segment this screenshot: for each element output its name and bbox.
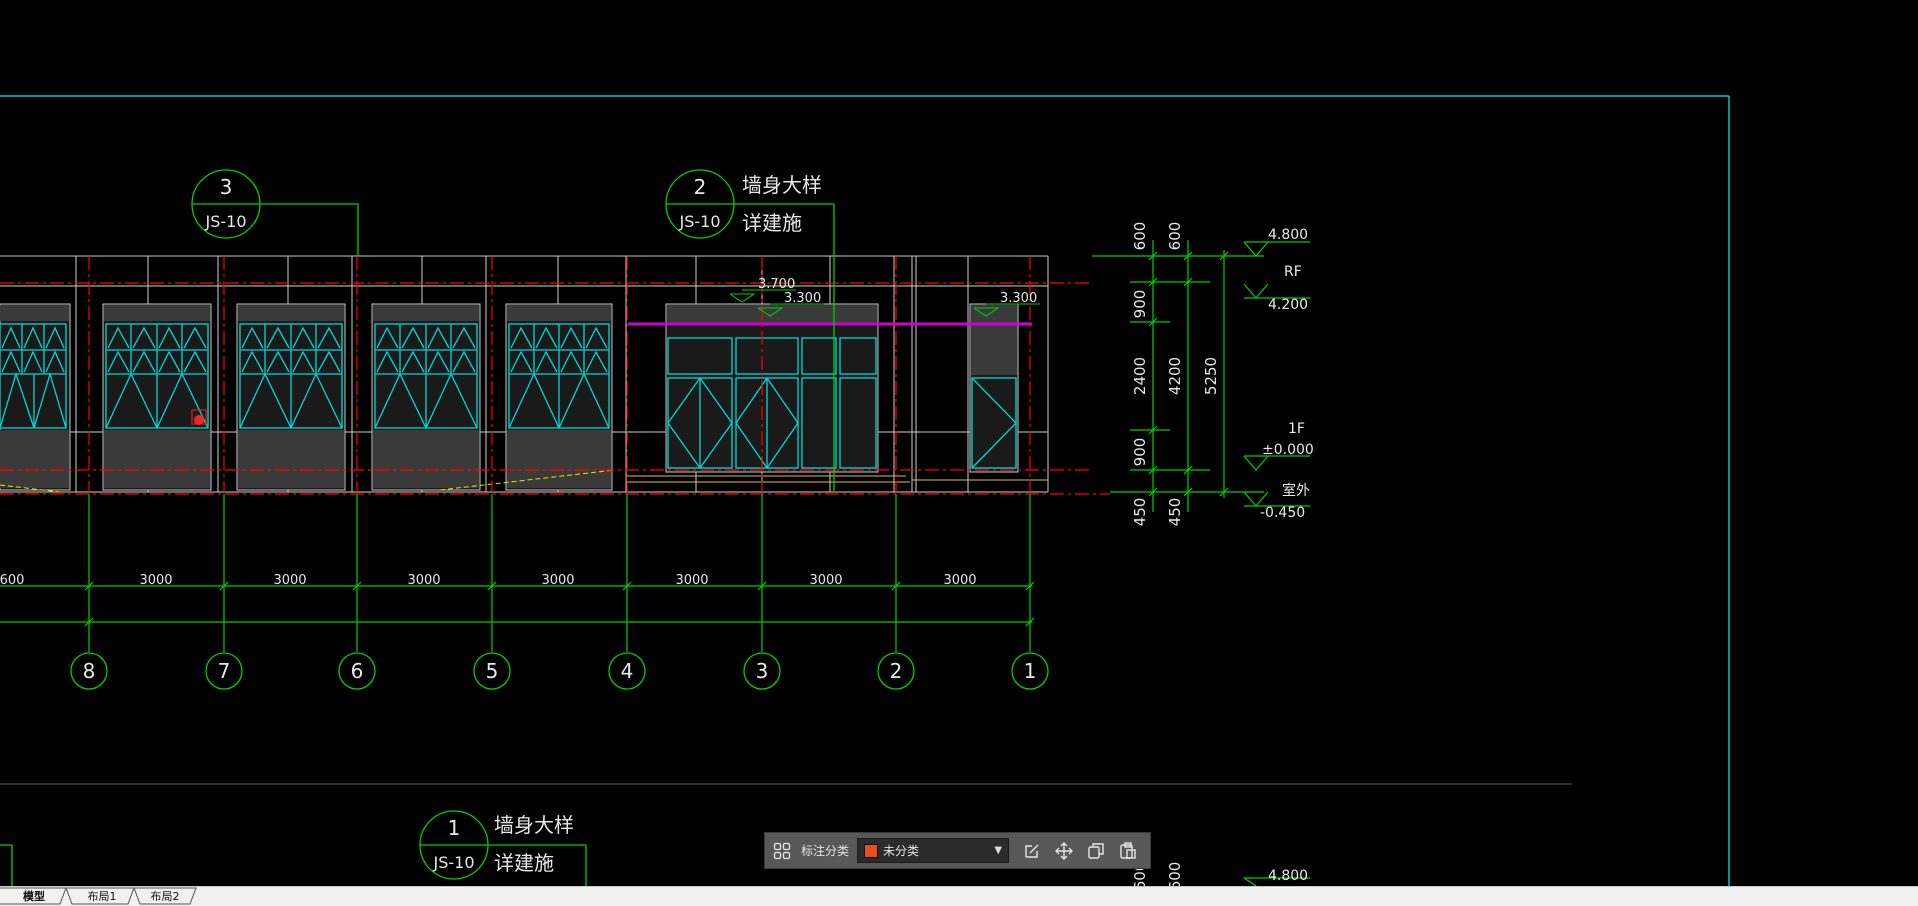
callout-number: 3 xyxy=(220,175,233,199)
category-value: 未分类 xyxy=(883,844,920,858)
level-label: 室外 xyxy=(1282,482,1310,499)
bay-dimension: 3000 xyxy=(809,573,842,588)
vertical-dimension: 450 xyxy=(1166,498,1184,527)
level-mark: 4.200 xyxy=(1268,297,1308,313)
bay-dimension: 3000 xyxy=(273,573,306,588)
callout-note: 墙身大样 xyxy=(494,813,574,837)
annotation-toolbar: 标注分类 未分类 ▼ xyxy=(764,832,1151,869)
grid-icon[interactable] xyxy=(771,840,793,862)
bay-dimension: 3000 xyxy=(675,573,708,588)
vertical-dimension: 900 xyxy=(1131,290,1149,319)
axis-label: 7 xyxy=(218,659,231,683)
axis-label: 5 xyxy=(486,659,499,683)
level-mark: 3.300 xyxy=(784,291,821,306)
paste-icon[interactable] xyxy=(1117,840,1139,862)
tab-model[interactable]: 模型 xyxy=(6,889,62,905)
vertical-dimension: 600 xyxy=(1166,222,1184,251)
callout-number: 1 xyxy=(448,816,461,840)
level-mark: 4.800 xyxy=(1268,868,1308,884)
axis-label: 3 xyxy=(756,659,769,683)
level-mark: 4.800 xyxy=(1268,227,1308,243)
copy-icon[interactable] xyxy=(1085,840,1107,862)
bay-dimension: 3000 xyxy=(541,573,574,588)
axis-label: 6 xyxy=(351,659,364,683)
tab-layout1[interactable]: 布局1 xyxy=(74,889,130,905)
level-mark: 3.300 xyxy=(1000,291,1037,306)
bay-dimension: 3000 xyxy=(139,573,172,588)
level-mark: -0.450 xyxy=(1260,505,1305,521)
callout-sheet: JS-10 xyxy=(432,853,474,872)
category-dropdown[interactable]: 未分类 ▼ xyxy=(857,838,1010,863)
vertical-dimension: 5250 xyxy=(1202,357,1220,395)
category-label: 标注分类 xyxy=(801,844,850,858)
category-color-swatch xyxy=(864,843,879,858)
vertical-dimension: 2400 xyxy=(1131,357,1149,395)
bay-dimension: 3000 xyxy=(407,573,440,588)
level-mark: 3.700 xyxy=(758,277,795,292)
edit-icon[interactable] xyxy=(1021,840,1043,862)
callout-note: 详建施 xyxy=(494,851,554,875)
chevron-down-icon: ▼ xyxy=(994,845,1003,856)
vertical-dimension: 600 xyxy=(1166,862,1184,886)
callout-number: 2 xyxy=(694,175,707,199)
level-label: RF xyxy=(1284,264,1302,280)
axis-label: 4 xyxy=(621,659,634,683)
vertical-dimension: 600 xyxy=(1131,222,1149,251)
callout-sheet: JS-10 xyxy=(678,212,720,231)
axis-label: 1 xyxy=(1024,659,1037,683)
bay-dimension: 600 xyxy=(0,573,24,588)
axis-label: 2 xyxy=(890,659,903,683)
tab-layout2[interactable]: 布局2 xyxy=(138,889,192,905)
vertical-dimension: 900 xyxy=(1131,438,1149,467)
bay-dimension: 3000 xyxy=(943,573,976,588)
cad-drawing-canvas[interactable]: 600 3000 3000 3000 3000 3000 3000 3000 8… xyxy=(0,0,1918,886)
vertical-dimension: 450 xyxy=(1131,498,1149,527)
level-mark: ±0.000 xyxy=(1262,442,1314,458)
vertical-dimension: 4200 xyxy=(1166,357,1184,395)
callout-note: 墙身大样 xyxy=(742,173,822,197)
callout-sheet: JS-10 xyxy=(204,212,246,231)
level-label: 1F xyxy=(1288,421,1305,437)
move-icon[interactable] xyxy=(1053,840,1075,862)
layout-tab-bar: 模型 布局1 布局2 xyxy=(0,886,1918,906)
callout-note: 详建施 xyxy=(742,211,802,235)
axis-label: 8 xyxy=(83,659,96,683)
